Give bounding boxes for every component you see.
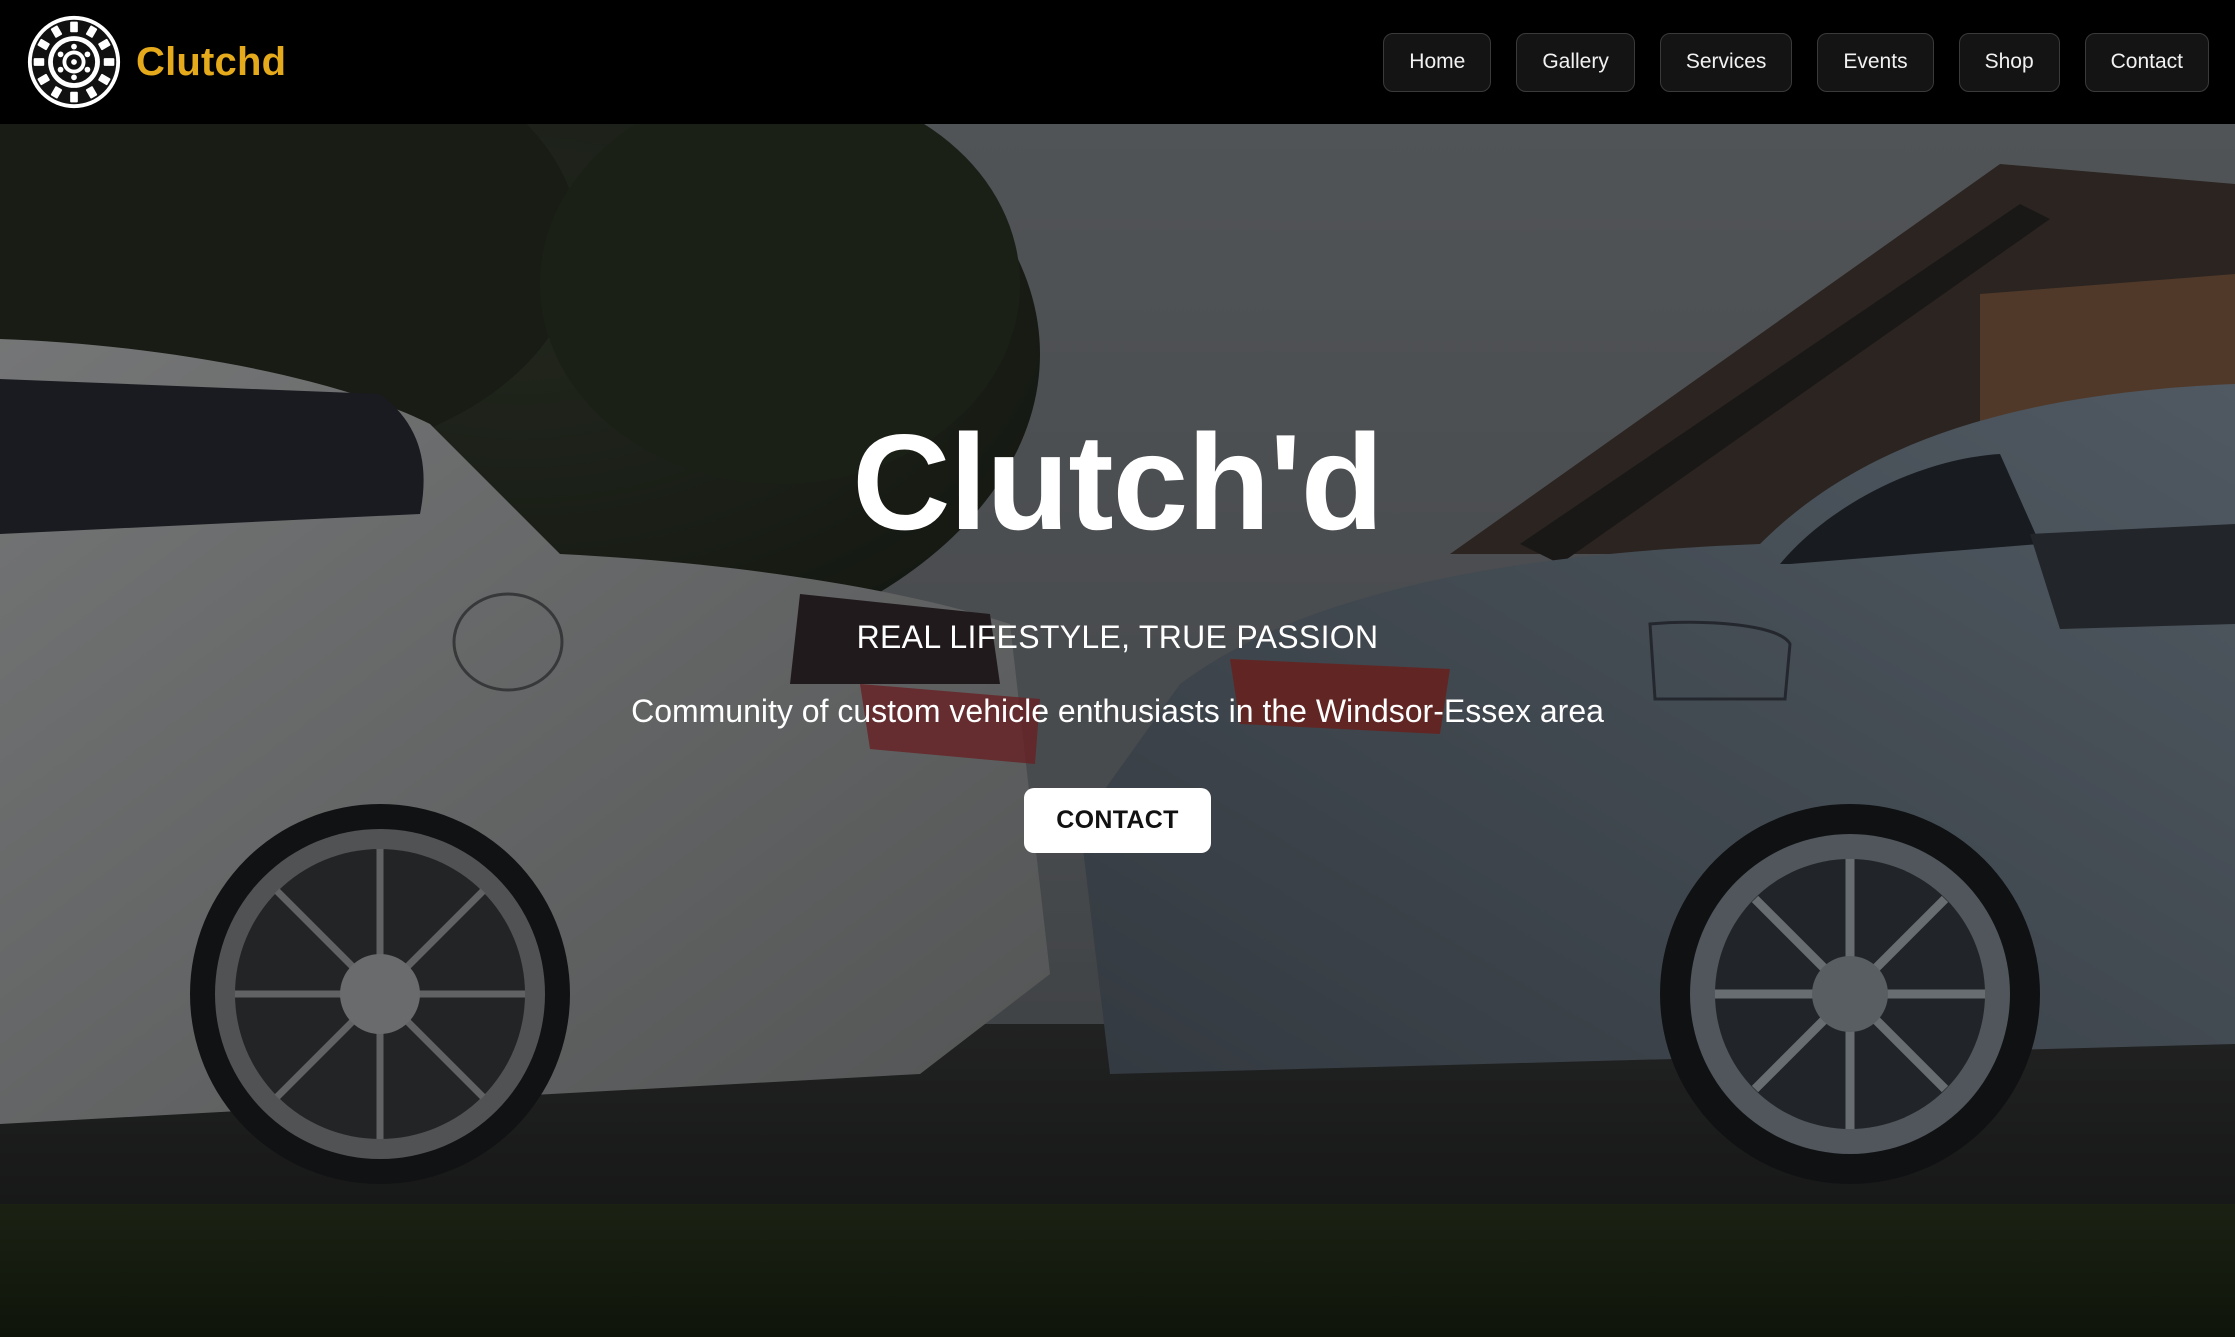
hero-tagline: REAL LIFESTYLE, TRUE PASSION (856, 619, 1379, 655)
nav-contact-button[interactable]: Contact (2084, 32, 2209, 92)
nav-services-button[interactable]: Services (1659, 32, 1793, 92)
hero-section: Clutch'd REAL LIFESTYLE, TRUE PASSION Co… (0, 124, 2235, 1337)
hero-title: Clutch'd (852, 406, 1384, 558)
nav-home-button[interactable]: Home (1383, 32, 1492, 92)
brand[interactable]: Clutchd (26, 14, 286, 110)
contact-cta-button[interactable]: CONTACT (1024, 788, 1211, 853)
nav-events-button[interactable]: Events (1817, 32, 1934, 92)
site-header: Clutchd Home Gallery Services Events Sho… (0, 0, 2235, 124)
hero-description: Community of custom vehicle enthusiasts … (631, 693, 1604, 729)
hero-content: Clutch'd REAL LIFESTYLE, TRUE PASSION Co… (0, 124, 2235, 1337)
brand-name[interactable]: Clutchd (136, 40, 286, 85)
page: Clutchd Home Gallery Services Events Sho… (0, 0, 2235, 1337)
nav-gallery-button[interactable]: Gallery (1516, 32, 1635, 92)
main-nav: Home Gallery Services Events Shop Contac… (1383, 32, 2209, 92)
nav-shop-button[interactable]: Shop (1958, 32, 2060, 92)
clutch-disc-logo-icon (27, 15, 121, 109)
